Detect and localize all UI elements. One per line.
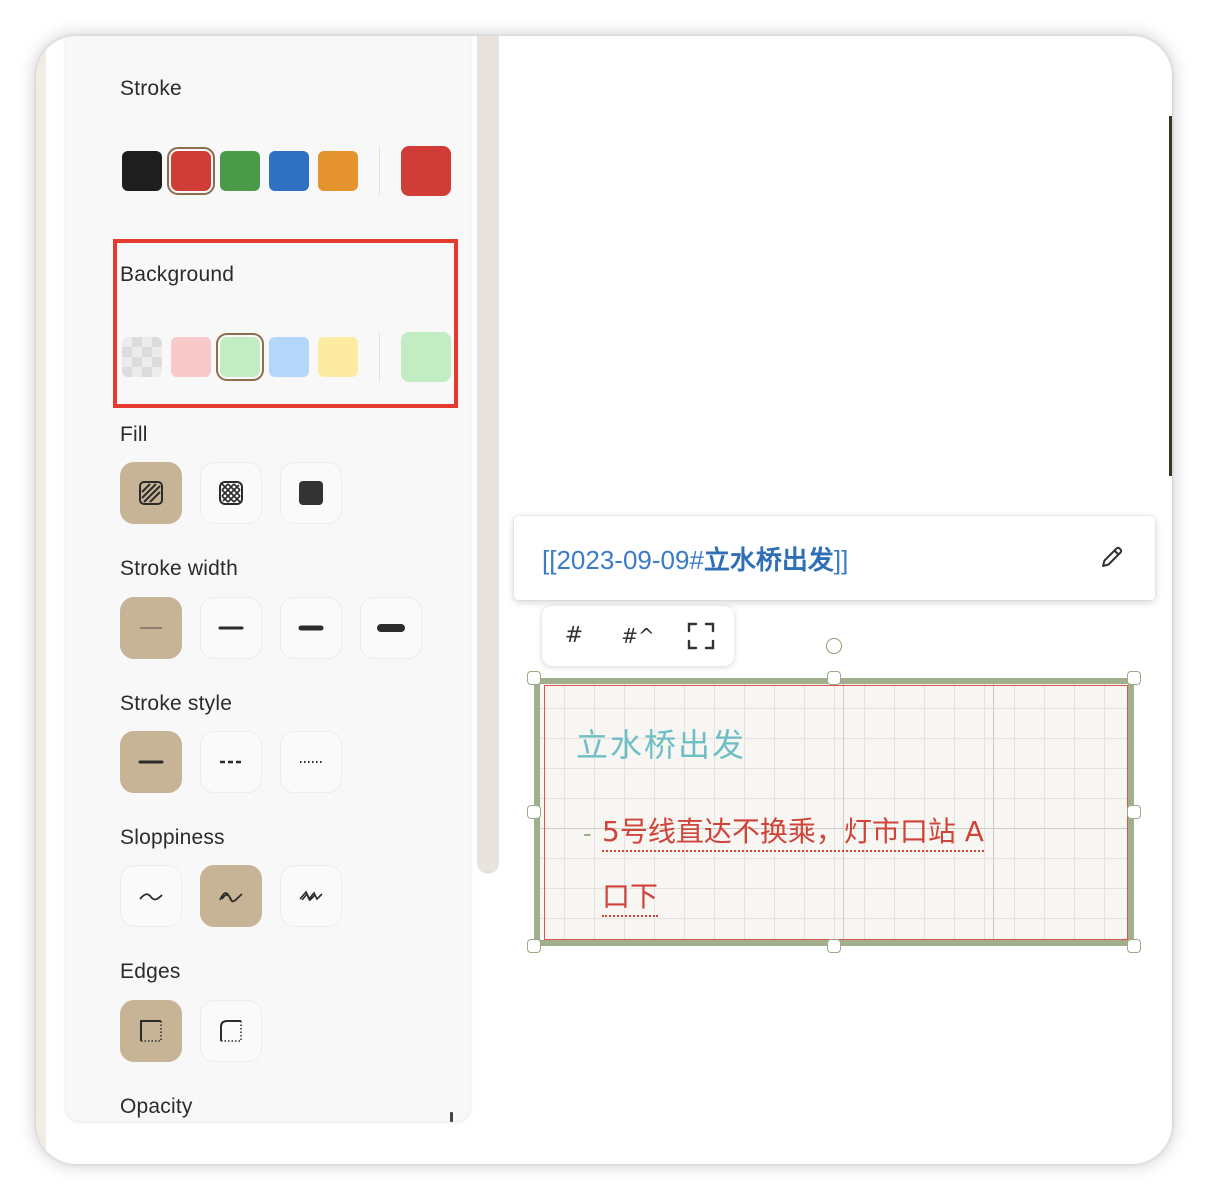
resize-handle-ne[interactable] (1127, 671, 1141, 685)
dashed-line-icon (220, 760, 242, 764)
stroke-width-bold-button[interactable] (200, 597, 262, 659)
stroke-style-dotted-button[interactable] (280, 731, 342, 793)
card-list-item-line2: 口下 (602, 879, 659, 917)
app-window: Stroke Background Fill Stroke width Stro… (36, 36, 1172, 1164)
block-link-button[interactable]: #^ (618, 620, 658, 652)
sloppiness-artist-button[interactable] (200, 865, 262, 927)
sloppiness-architect-button[interactable] (120, 865, 182, 927)
resize-handle-s[interactable] (827, 939, 841, 953)
left-edge-strip (36, 36, 46, 1164)
resize-handle-w[interactable] (527, 805, 541, 819)
solid-line-icon (138, 760, 164, 764)
stroke-swatch-green[interactable] (220, 151, 260, 191)
stroke-width-heavy-button[interactable] (360, 597, 422, 659)
artist-icon (219, 892, 243, 903)
fill-cross-hatch-button[interactable] (200, 462, 262, 524)
stroke-width-extra-bold-button[interactable] (280, 597, 342, 659)
sharp-corner-icon (140, 1020, 162, 1042)
background-highlight-box (113, 239, 458, 408)
opacity-slider-handle[interactable] (450, 1112, 453, 1122)
stroke-swatch-orange[interactable] (318, 151, 358, 191)
stroke-current-color[interactable] (401, 146, 451, 196)
heavy-line-icon (377, 624, 405, 632)
edges-label: Edges (120, 960, 181, 983)
cartoonist-icon (299, 890, 323, 902)
link-prefix: [[2023-09-09# (542, 545, 704, 575)
link-suffix: ]] (833, 545, 849, 575)
heading-link-button[interactable]: # (560, 620, 588, 652)
edges-round-button[interactable] (200, 1000, 262, 1062)
resize-handle-n[interactable] (827, 671, 841, 685)
sloppiness-cartoonist-button[interactable] (280, 865, 342, 927)
resize-handle-nw[interactable] (527, 671, 541, 685)
opacity-label: Opacity (120, 1095, 193, 1118)
resize-handle-e[interactable] (1127, 805, 1141, 819)
panel-scrollbar[interactable] (477, 36, 499, 874)
list-bullet: - (583, 818, 592, 848)
embed-link-text[interactable]: [[2023-09-09#立水桥出发]] (542, 540, 848, 577)
stroke-label: Stroke (120, 77, 182, 100)
bold-line-icon (218, 626, 244, 630)
resize-handle-sw[interactable] (527, 939, 541, 953)
stroke-swatch-blue[interactable] (269, 151, 309, 191)
canvas-edge (1169, 116, 1172, 476)
embed-link-bar[interactable]: [[2023-09-09#立水桥出发]] (514, 516, 1155, 600)
architect-icon (139, 893, 163, 901)
card-list-item-line1: 5号线直达不换乘，灯市口站 A (602, 814, 984, 852)
link-heading: 立水桥出发 (703, 545, 834, 575)
cross-hatch-icon (219, 481, 243, 505)
stroke-divider (379, 146, 380, 196)
fill-solid-button[interactable] (280, 462, 342, 524)
dotted-line-icon (300, 761, 322, 763)
properties-panel: Stroke Background Fill Stroke width Stro… (66, 36, 499, 1122)
resize-handle-se[interactable] (1127, 939, 1141, 953)
rotate-handle[interactable] (826, 638, 842, 654)
stroke-width-label: Stroke width (120, 557, 238, 580)
hatch-icon (139, 481, 163, 505)
fill-label: Fill (120, 423, 148, 446)
fill-hatch-button[interactable] (120, 462, 182, 524)
stroke-style-solid-button[interactable] (120, 731, 182, 793)
extra-bold-line-icon (298, 625, 324, 631)
pencil-icon[interactable] (1099, 544, 1125, 570)
thin-line-icon (140, 627, 162, 629)
stroke-swatch-red[interactable] (167, 147, 215, 195)
stroke-style-dashed-button[interactable] (200, 731, 262, 793)
element-mini-toolbar: # #^ (542, 606, 734, 666)
edges-sharp-button[interactable] (120, 1000, 182, 1062)
stroke-swatch-black[interactable] (122, 151, 162, 191)
card-title: 立水桥出发 (576, 726, 747, 764)
solid-icon (299, 481, 323, 505)
fullscreen-icon[interactable] (684, 620, 718, 652)
stroke-width-thin-button[interactable] (120, 597, 182, 659)
round-corner-icon (220, 1020, 242, 1042)
stroke-style-label: Stroke style (120, 692, 233, 715)
sloppiness-label: Sloppiness (120, 826, 225, 849)
